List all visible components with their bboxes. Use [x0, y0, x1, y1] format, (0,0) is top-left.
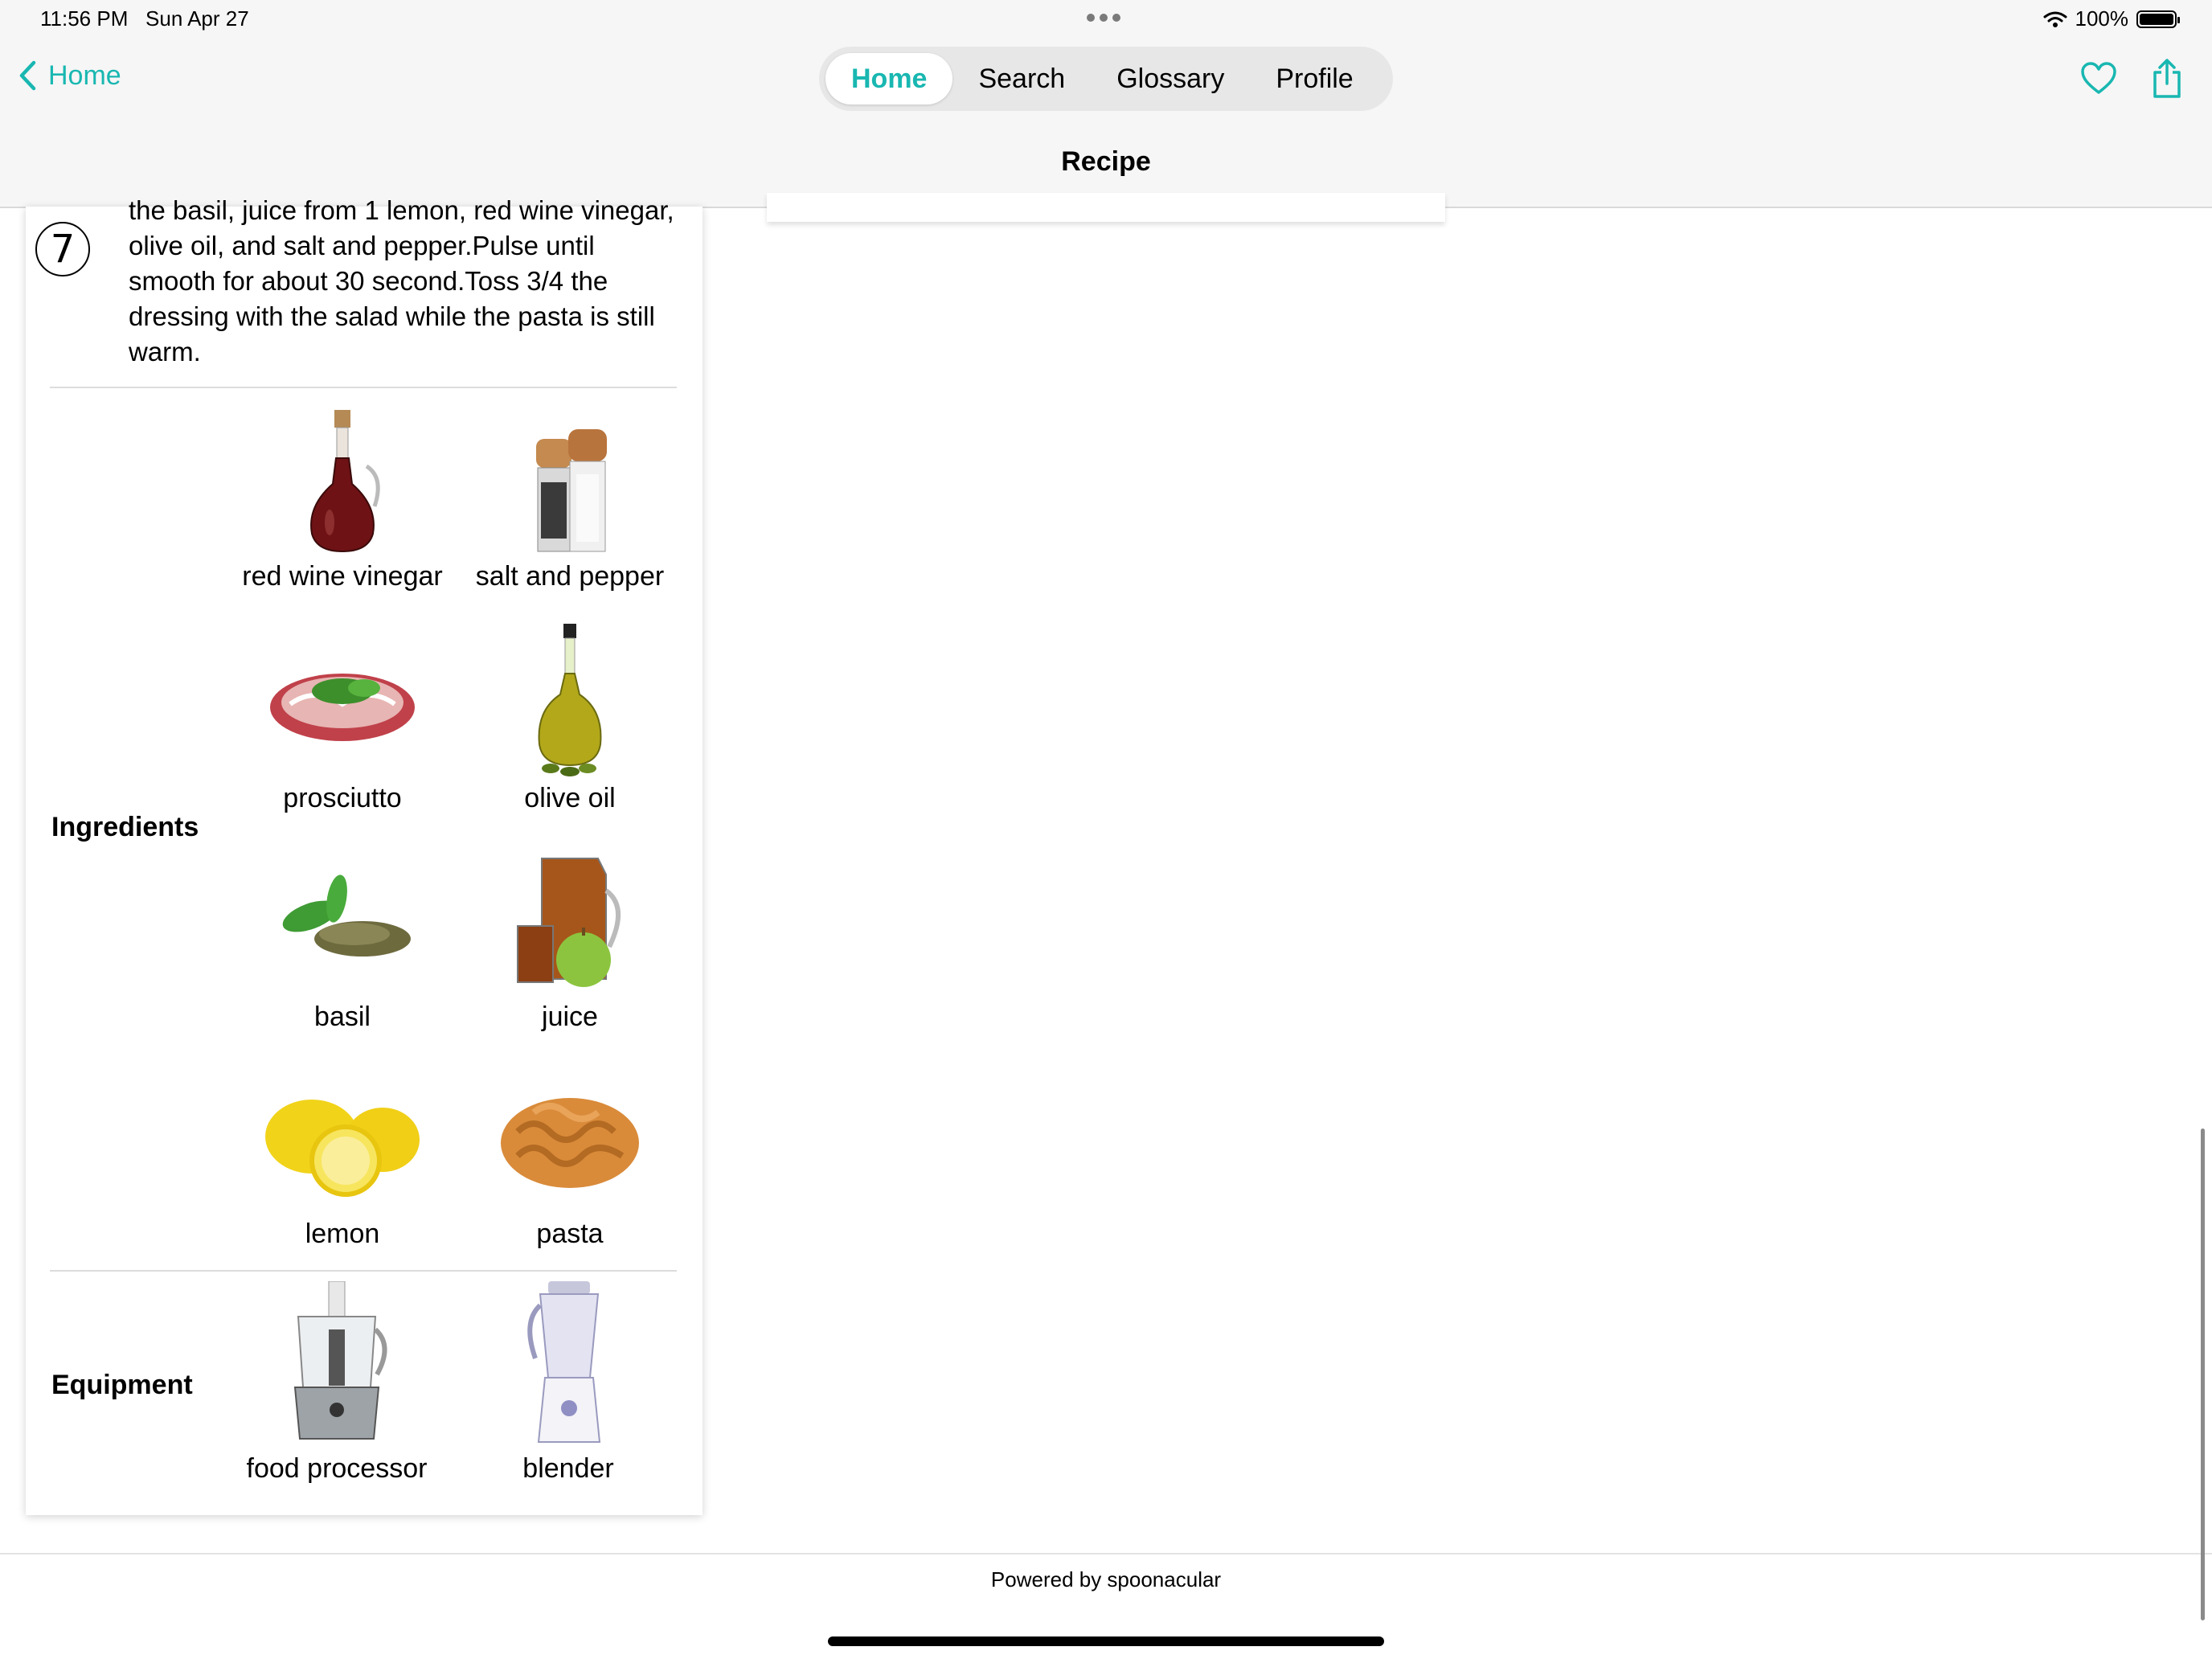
- home-indicator[interactable]: [828, 1636, 1384, 1646]
- ingredient-item[interactable]: prosciutto: [234, 624, 451, 814]
- tab-glossary[interactable]: Glossary: [1091, 53, 1250, 104]
- pasta-image: [501, 1098, 639, 1188]
- heart-icon[interactable]: [2080, 62, 2117, 96]
- juice-image: [517, 858, 621, 987]
- ingredients-heading: Ingredients: [51, 812, 199, 842]
- ingredient-item[interactable]: basil: [234, 842, 451, 1033]
- equipment-item[interactable]: food processor: [228, 1281, 445, 1485]
- ingredient-item[interactable]: juice: [461, 842, 678, 1033]
- tab-profile[interactable]: Profile: [1250, 53, 1378, 104]
- status-time: 11:56 PM Sun Apr 27: [40, 6, 249, 31]
- ingredient-item[interactable]: pasta: [461, 1059, 678, 1250]
- divider: [50, 1270, 677, 1272]
- ingredient-name: red wine vinegar: [242, 561, 443, 592]
- back-label: Home: [48, 59, 121, 91]
- chevron-left-icon: [19, 60, 36, 91]
- nav-actions: [2080, 58, 2183, 100]
- status-bar: 11:56 PM Sun Apr 27 100%: [0, 0, 2212, 39]
- ingredient-item[interactable]: red wine vinegar: [234, 410, 451, 592]
- red-wine-vinegar-image: [310, 410, 380, 553]
- tab-search[interactable]: Search: [952, 53, 1091, 104]
- ingredient-item[interactable]: salt and pepper: [461, 410, 678, 592]
- ingredient-item[interactable]: olive oil: [461, 624, 678, 814]
- olive-oil-image: [538, 624, 602, 776]
- salt-and-pepper-image: [536, 429, 607, 552]
- footer-attribution: Powered by spoonacular: [990, 1567, 1222, 1591]
- prosciutto-image: [270, 674, 415, 741]
- tab-selector: Home Search Glossary Profile: [819, 47, 1393, 111]
- basil-image: [282, 875, 411, 956]
- footer-divider: [0, 1553, 2212, 1555]
- page-title: Recipe: [1061, 146, 1151, 177]
- multitasking-dots-icon[interactable]: [1087, 8, 1125, 27]
- equipment-item[interactable]: blender: [460, 1281, 677, 1485]
- share-icon[interactable]: [2151, 58, 2183, 100]
- food-processor-image: [293, 1281, 387, 1440]
- ingredient-name: salt and pepper: [475, 561, 665, 592]
- ingredient-name: basil: [314, 1002, 371, 1032]
- equipment-heading: Equipment: [51, 1370, 193, 1400]
- step-instruction: the basil, juice from 1 lemon, red wine …: [129, 195, 674, 367]
- back-button[interactable]: Home: [18, 59, 121, 92]
- ingredient-name: pasta: [536, 1219, 604, 1249]
- wifi-icon: [2043, 11, 2067, 27]
- tab-home[interactable]: Home: [825, 53, 953, 104]
- blender-image: [527, 1281, 601, 1443]
- ingredient-name: lemon: [305, 1219, 380, 1249]
- lemon-image: [265, 1100, 420, 1197]
- divider: [50, 387, 677, 388]
- status-time-text: 11:56 PM: [40, 6, 129, 31]
- equipment-name: food processor: [246, 1453, 428, 1484]
- ingredient-name: juice: [542, 1002, 598, 1032]
- scrollbar[interactable]: [2201, 1129, 2205, 1620]
- status-date-text: Sun Apr 27: [145, 6, 249, 31]
- battery-percent: 100%: [2075, 6, 2129, 31]
- ingredient-name: prosciutto: [283, 783, 402, 813]
- ingredient-name: olive oil: [524, 783, 616, 813]
- ingredient-item[interactable]: lemon: [234, 1059, 451, 1250]
- step-number-badge: 7: [35, 222, 90, 276]
- battery-icon: [2136, 10, 2180, 28]
- equipment-name: blender: [522, 1453, 614, 1484]
- content-card-edge: [767, 193, 1445, 222]
- status-indicators: 100%: [2043, 6, 2180, 31]
